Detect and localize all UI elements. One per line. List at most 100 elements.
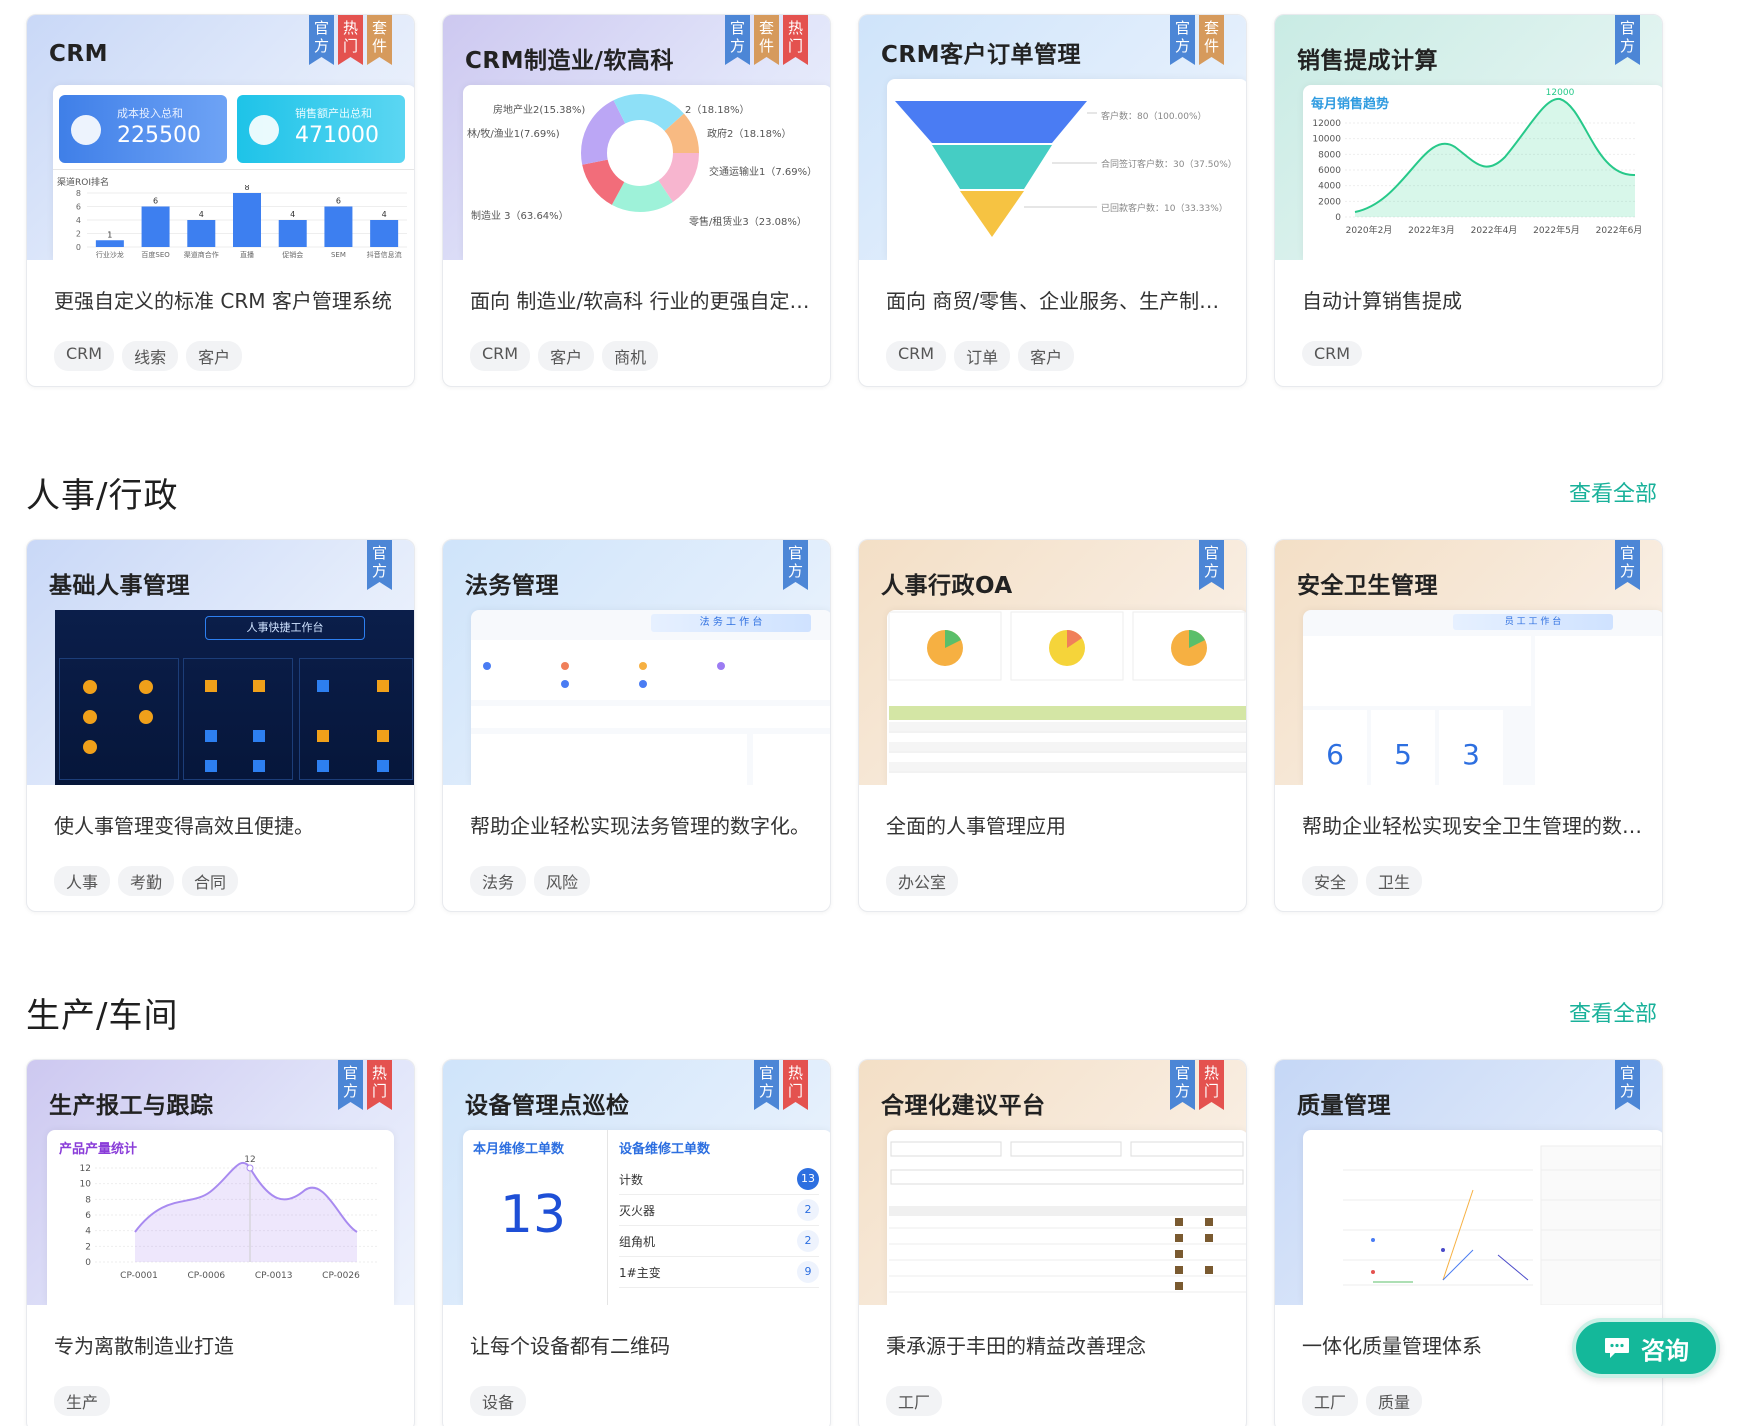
template-card-safety-hygiene[interactable]: 安全卫生管理 官方 员 工 工 作 台 6 5 3 帮助企业轻松实现安全卫生管理… xyxy=(1274,539,1663,912)
y-tick-label: 8 xyxy=(76,189,81,198)
equipment-row: 计数 13 xyxy=(619,1164,819,1195)
card-description: 全面的人事管理应用 xyxy=(886,814,1066,838)
suggestion-form-screenshot xyxy=(889,1141,1246,1293)
stat-number: 5 xyxy=(1371,710,1435,785)
template-card-production-report[interactable]: 生产报工与跟踪 官方 热门 产品产量统计 12 10 8 6 4 2 0 CP-0001 CP-… xyxy=(26,1059,415,1426)
template-card-crm-manufacturing[interactable]: CRM制造业/软高科 官方 套件 热门 房地产业2(15.38%) 2（18.1… xyxy=(442,14,831,387)
bar xyxy=(278,220,307,247)
suite-badge: 套件 xyxy=(367,15,392,65)
tag: 办公室 xyxy=(886,866,959,896)
cost-icon xyxy=(71,115,101,145)
bar xyxy=(233,193,261,247)
x-tick-label: 2022年3月 xyxy=(1408,224,1455,236)
template-card-equipment-inspection[interactable]: 设备管理点巡检 官方 热门 本月维修工单数 13 设备维修工单数 计数 13 灭火器… xyxy=(442,1059,831,1426)
production-output-chart: 12 10 8 6 4 2 0 CP-0001 CP-0006 CP-0013 CP-0026 12 xyxy=(80,1155,377,1281)
tag: 线索 xyxy=(122,341,179,371)
count-badge: 2 xyxy=(797,1199,819,1221)
card-description: 自动计算销售提成 xyxy=(1302,289,1462,313)
see-all-hr-link[interactable]: 查看全部 xyxy=(1569,476,1657,508)
chart-label: 林/牧/渔业1(7.69%) xyxy=(467,129,560,140)
stat-value: 471000 xyxy=(295,123,379,148)
bar xyxy=(187,220,216,247)
bar-value-label: 6 xyxy=(153,197,158,206)
tag: 订单 xyxy=(954,341,1011,371)
tag: CRM xyxy=(886,341,947,371)
chart-label: 2（18.18%） xyxy=(685,105,750,116)
equipment-name: 组角机 xyxy=(619,1234,656,1249)
y-tick-label: 10 xyxy=(80,1180,92,1190)
hr-dashboard-screenshot: 人事快捷工作台 xyxy=(55,610,414,785)
y-tick-label: 4 xyxy=(85,1227,91,1237)
tag: 客户 xyxy=(538,341,595,371)
badge-group: 官方 xyxy=(783,540,808,590)
template-card-suggestion-platform[interactable]: 合理化建议平台 官方 热门 秉承源于丰田的精益改善理念 工厂 xyxy=(858,1059,1247,1426)
funnel-label: 已回款客户数：10（33.33%） xyxy=(1101,204,1228,214)
area-fill xyxy=(135,1162,357,1262)
template-card-sales-commission[interactable]: 销售提成计算 官方 每月销售趋势 12000 10000 8000 6000 4000 2… xyxy=(1274,14,1663,387)
template-card-crm-order[interactable]: CRM客户订单管理 官方 套件 客户数：80（100.00%） 合同签订客户数：… xyxy=(858,14,1247,387)
sales-icon xyxy=(249,115,279,145)
tag-list: 设备 xyxy=(470,1386,527,1416)
chat-icon xyxy=(1605,1338,1629,1358)
tag-list: 办公室 xyxy=(886,866,959,896)
y-tick-label: 2 xyxy=(85,1242,91,1252)
y-tick-label: 0 xyxy=(85,1258,91,1268)
bar-value-label: 1 xyxy=(107,230,112,239)
tag-list: CRM 线索 客户 xyxy=(54,341,243,371)
badge-group: 官方 热门 xyxy=(1170,1060,1224,1110)
preview-panel: 本月维修工单数 13 设备维修工单数 计数 13 灭火器 2 组角机 2 1#主变 9 xyxy=(463,1130,830,1305)
peak-label: 12 xyxy=(244,1155,255,1165)
card-description: 专为离散制造业打造 xyxy=(54,1334,234,1358)
y-tick-label: 0 xyxy=(1335,213,1341,223)
hot-badge: 热门 xyxy=(338,15,363,65)
y-tick-label: 0 xyxy=(76,243,81,252)
preview-panel: 法 务 工 作 台 xyxy=(471,610,830,785)
card-description: 让每个设备都有二维码 xyxy=(470,1334,670,1358)
chart-label: 交通运输业1（7.69%） xyxy=(709,167,818,178)
equipment-name: 计数 xyxy=(619,1172,644,1187)
card-title: 生产报工与跟踪 xyxy=(49,1093,214,1119)
x-tick-label: 直播 xyxy=(240,250,254,259)
card-description: 面向 商贸/零售、企业服务、生产制造等行业的客户订单管理 xyxy=(886,289,1226,313)
see-all-production-link[interactable]: 查看全部 xyxy=(1569,996,1657,1028)
badge-group: 官方 xyxy=(1615,15,1640,65)
bar-value-label: 4 xyxy=(199,210,204,219)
section-title-hr: 人事/行政 xyxy=(26,476,179,516)
y-tick-label: 4000 xyxy=(1318,182,1341,192)
card-title: 销售提成计算 xyxy=(1297,48,1438,74)
card-title: CRM xyxy=(49,41,108,67)
y-tick-label: 4 xyxy=(76,216,81,225)
equipment-name: 灭火器 xyxy=(619,1203,656,1218)
preview-panel xyxy=(1303,1130,1662,1305)
bar xyxy=(324,206,353,247)
bar xyxy=(141,206,170,247)
tag-list: 人事 考勤 合同 xyxy=(54,866,239,896)
x-tick-label: 促销会 xyxy=(282,250,303,259)
template-card-legal[interactable]: 法务管理 官方 法 务 工 作 台 帮助企业轻松实现法务管理的数字化。 法务 风… xyxy=(442,539,831,912)
tag: 工厂 xyxy=(1302,1386,1359,1416)
funnel-label: 合同签订客户数：30（37.50%） xyxy=(1101,160,1237,170)
y-tick-label: 2000 xyxy=(1318,197,1341,207)
suite-badge: 套件 xyxy=(1199,15,1224,65)
tag-list: CRM xyxy=(1302,341,1363,366)
y-tick-label: 6 xyxy=(85,1211,91,1221)
tag: 人事 xyxy=(54,866,111,896)
funnel-label: 客户数：80（100.00%） xyxy=(1101,112,1207,122)
bar xyxy=(370,220,399,247)
tag: 法务 xyxy=(470,866,527,896)
template-card-hr-oa[interactable]: 人事行政OA 官方 全面的人事管理应用 办公室 xyxy=(858,539,1247,912)
card-description: 帮助企业轻松实现安全卫生管理的数字化。 xyxy=(1302,814,1642,838)
tag-list: CRM 客户 商机 xyxy=(470,341,659,371)
tag: CRM xyxy=(1302,341,1363,366)
consult-button[interactable]: 咨询 xyxy=(1572,1318,1720,1378)
official-badge: 官方 xyxy=(1170,1060,1195,1110)
x-tick-label: 2020年2月 xyxy=(1346,224,1393,236)
template-card-basic-hr[interactable]: 基础人事管理 官方 人事快捷工作台 使人事管理变得高效且便捷。 人事 考勤 合同 xyxy=(26,539,415,912)
hot-badge: 热门 xyxy=(1199,1060,1224,1110)
card-row-production: 生产报工与跟踪 官方 热门 产品产量统计 12 10 8 6 4 2 0 CP-0001 CP-… xyxy=(26,1059,1663,1426)
card-row-hr: 基础人事管理 官方 人事快捷工作台 使人事管理变得高效且便捷。 人事 考勤 合同… xyxy=(26,539,1663,912)
card-title: CRM制造业/软高科 xyxy=(465,48,674,74)
equipment-row: 灭火器 2 xyxy=(619,1195,819,1226)
tag-list: 工厂 xyxy=(886,1386,943,1416)
template-card-crm[interactable]: CRM 官方 热门 套件 成本投入总和 225500 销售额产出总和 47100… xyxy=(26,14,415,387)
